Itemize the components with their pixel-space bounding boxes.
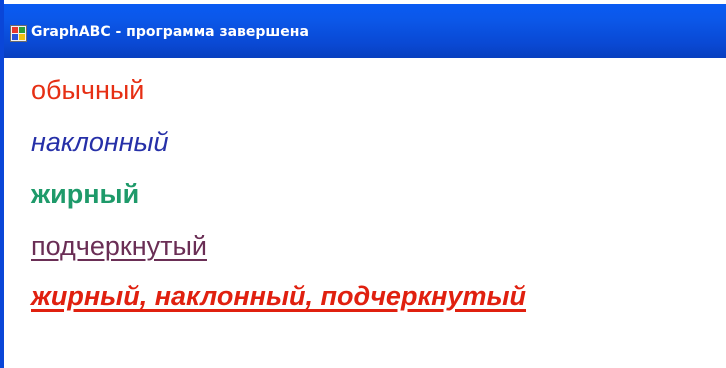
window-title: GraphABC - программа завершена xyxy=(31,24,309,40)
graphabc-app-icon[interactable] xyxy=(10,25,27,42)
text-line-italic: наклонный xyxy=(31,127,169,157)
graphabc-window: GraphABC - программа завершена обычный н… xyxy=(0,0,726,368)
text-line-underline: подчеркнутый xyxy=(31,231,207,261)
title-bar-top-edge xyxy=(4,0,726,4)
title-bar[interactable]: GraphABC - программа завершена xyxy=(4,0,726,58)
text-line-regular: обычный xyxy=(31,75,145,105)
text-line-bold: жирный xyxy=(31,179,140,209)
text-line-bold-italic-underline: жирный, наклонный, подчеркнутый xyxy=(31,281,527,311)
graphics-canvas: обычный наклонный жирный подчеркнутый жи… xyxy=(4,58,726,368)
